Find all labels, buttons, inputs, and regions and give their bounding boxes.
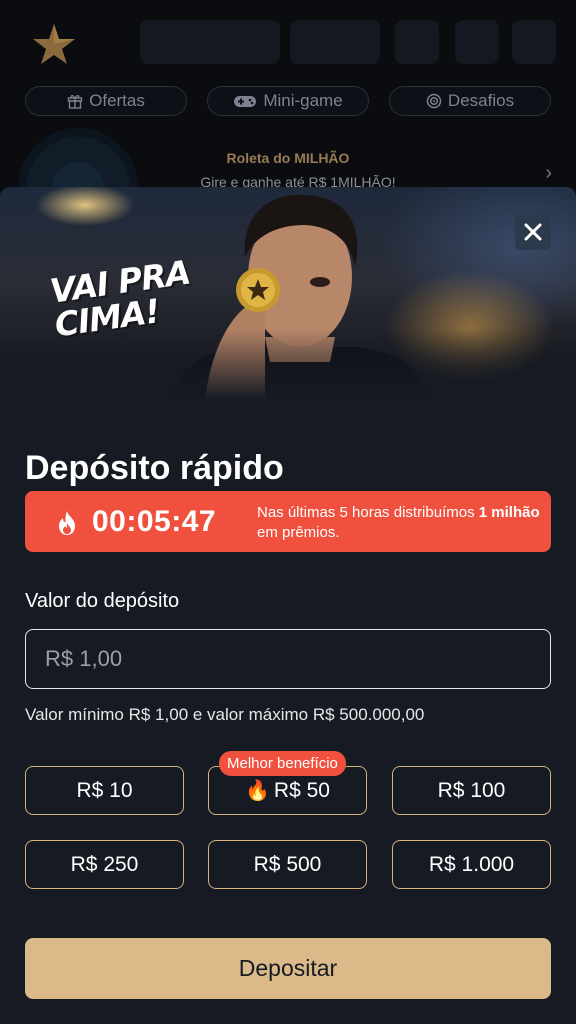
preset-amount-button[interactable]: R$ 250 — [25, 840, 184, 889]
quick-deposit-modal: VAI PRA CIMA! Depósito rápido 00:05:47 N… — [0, 187, 576, 1024]
countdown-banner: 00:05:47 Nas últimas 5 horas distribuímo… — [25, 491, 551, 552]
star-logo-icon[interactable] — [32, 22, 76, 66]
hero-fade — [0, 330, 576, 400]
modal-title: Depósito rápido — [25, 449, 284, 487]
target-icon — [426, 93, 442, 109]
fire-icon — [59, 511, 75, 535]
pill-desafios[interactable]: Desafios — [389, 86, 551, 116]
countdown-message: Nas últimas 5 horas distribuímos 1 milhã… — [257, 503, 547, 543]
preset-amount-button[interactable]: R$ 500 — [208, 840, 367, 889]
gift-icon — [67, 95, 83, 109]
blurred-header-block — [455, 20, 499, 64]
gamepad-icon — [234, 96, 257, 107]
countdown-timer: 00:05:47 — [92, 505, 217, 538]
deposit-button[interactable]: Depositar — [25, 938, 551, 999]
preset-amount-label: R$ 50 — [273, 778, 330, 802]
hero-banner: VAI PRA CIMA! — [0, 187, 576, 400]
blurred-header-block — [395, 20, 439, 64]
preset-amount-button[interactable]: R$ 10 — [25, 766, 184, 815]
pill-label: Desafios — [447, 91, 515, 110]
pill-ofertas[interactable]: Ofertas — [25, 86, 187, 116]
blurred-header-block — [512, 20, 556, 64]
top-bar — [0, 0, 576, 80]
pill-label: Mini-game — [263, 91, 343, 110]
fire-emoji-icon: 🔥 — [245, 780, 270, 802]
countdown-message-prefix: Nas últimas 5 horas distribuímos — [257, 504, 475, 521]
quick-nav-pills: Ofertas Mini-game Desafios — [0, 86, 576, 118]
promo-banner[interactable]: Roleta do MILHÃO Gire e ganhe até R$ 1MI… — [18, 128, 558, 248]
promo-title: Roleta do MILHÃO — [226, 150, 350, 166]
pill-label: Ofertas — [89, 91, 145, 110]
chevron-right-icon: › — [545, 162, 552, 184]
pill-mini-game[interactable]: Mini-game — [207, 86, 369, 116]
close-icon — [524, 223, 542, 241]
blurred-header-block — [140, 20, 280, 64]
close-button[interactable] — [515, 214, 551, 250]
preset-amount-label: R$ 1.000 — [428, 852, 515, 876]
deposit-amount-input[interactable] — [25, 629, 551, 689]
preset-amount-button[interactable]: R$ 1.000 — [392, 840, 551, 889]
best-benefit-badge: Melhor benefício — [219, 751, 346, 776]
preset-amount-label: R$ 10 — [76, 778, 133, 802]
preset-amount-button[interactable]: R$ 100 — [392, 766, 551, 815]
deposit-amount-label: Valor do depósito — [25, 590, 180, 612]
countdown-message-suffix: em prêmios. — [257, 524, 340, 541]
blurred-header-block — [290, 20, 380, 64]
deposit-limits-hint: Valor mínimo R$ 1,00 e valor máximo R$ 5… — [25, 705, 425, 724]
preset-amount-label: R$ 100 — [437, 778, 506, 802]
preset-amount-label: R$ 250 — [70, 852, 139, 876]
preset-amount-label: R$ 500 — [253, 852, 322, 876]
countdown-message-bold: 1 milhão — [478, 504, 540, 521]
